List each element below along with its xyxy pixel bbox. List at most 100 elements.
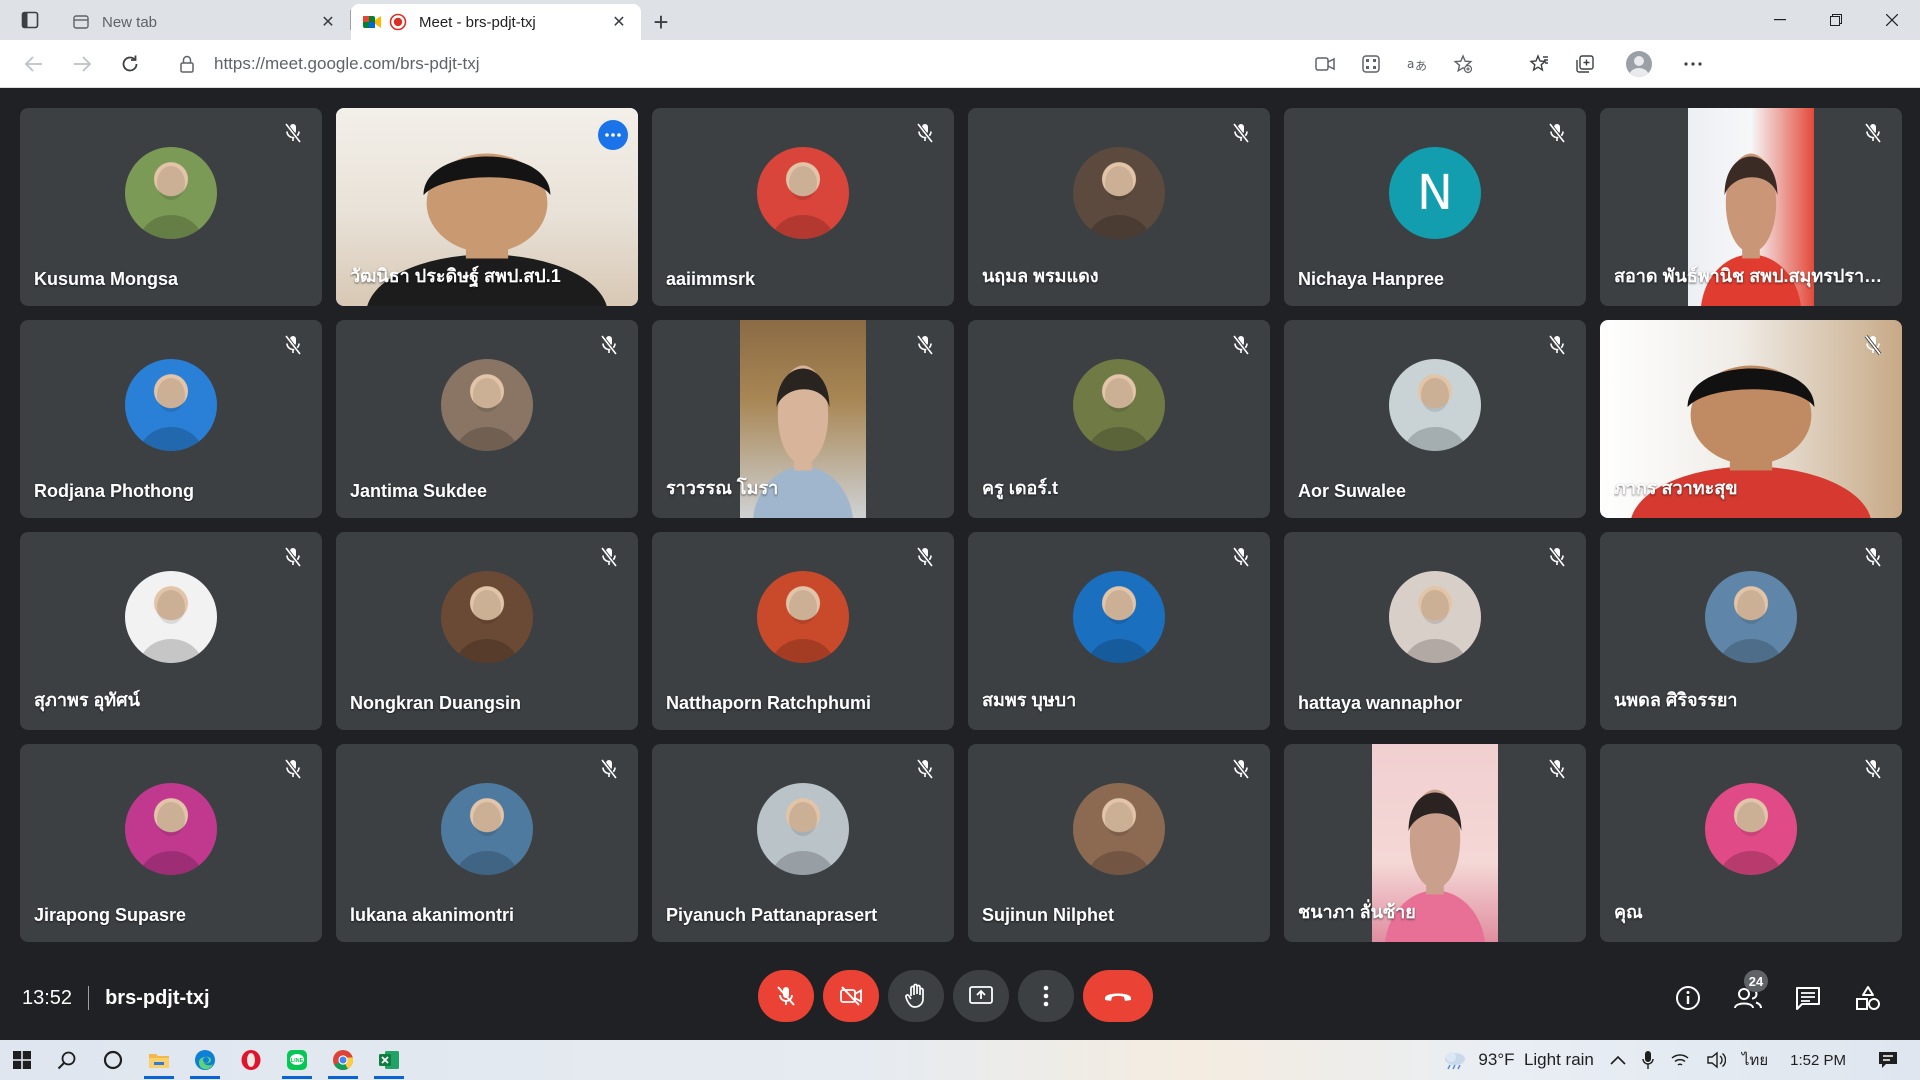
muted-mic-icon <box>1230 334 1252 356</box>
favorites-icon[interactable] <box>1516 44 1562 84</box>
participant-tile[interactable]: สุภาพร อุทัศน์ <box>20 532 322 730</box>
participant-tile[interactable]: Jantima Sukdee <box>336 320 638 518</box>
clock[interactable]: 1:52 PM <box>1790 1052 1846 1069</box>
participant-name: ครู เดอร์.t <box>982 478 1059 498</box>
close-tab-icon[interactable]: ✕ <box>609 12 629 32</box>
taskbar-chrome[interactable] <box>320 1040 366 1080</box>
forward-arrow-icon <box>74 55 91 72</box>
participant-tile[interactable]: Kusuma Mongsa <box>20 108 322 306</box>
people-button[interactable]: 24 <box>1718 970 1778 1022</box>
muted-mic-icon <box>282 334 304 356</box>
participant-name: วัฒนิธา ประดิษฐ์ สพป.สป.1 <box>350 266 561 286</box>
taskbar-file-explorer[interactable] <box>136 1040 182 1080</box>
participant-avatar <box>125 358 217 451</box>
participant-tile[interactable]: aaiimmsrk <box>652 108 954 306</box>
back-button[interactable] <box>10 44 58 84</box>
participant-tile[interactable]: นพดล ศิริจรรยา <box>1600 532 1902 730</box>
wifi-icon[interactable] <box>1670 1052 1690 1068</box>
participant-tile[interactable]: hattaya wannaphor <box>1284 532 1586 730</box>
input-language-indicator[interactable]: ไทย <box>1742 1048 1768 1072</box>
present-screen-button[interactable] <box>953 970 1009 1022</box>
participant-tile[interactable]: Nongkran Duangsin <box>336 532 638 730</box>
taskbar-opera[interactable] <box>228 1040 274 1080</box>
raise-hand-button[interactable] <box>888 970 944 1022</box>
participant-tile[interactable]: N Nichaya Hanpree <box>1284 108 1586 306</box>
translate-icon[interactable]: aあ <box>1394 44 1440 84</box>
search-button[interactable] <box>44 1040 90 1080</box>
profile-button[interactable] <box>1616 44 1662 84</box>
muted-mic-icon <box>1862 334 1884 356</box>
collections-icon[interactable] <box>1562 44 1608 84</box>
participant-tile[interactable]: Piyanuch Pattanaprasert <box>652 744 954 942</box>
taskbar-line[interactable]: LINE <box>274 1040 320 1080</box>
start-button[interactable] <box>0 1040 44 1080</box>
muted-mic-icon <box>1862 546 1884 568</box>
participant-tile[interactable]: ราวรรณ โมรา <box>652 320 954 518</box>
leave-call-button[interactable] <box>1083 970 1153 1022</box>
taskbar-excel[interactable] <box>366 1040 412 1080</box>
participant-tile[interactable]: lukana akanimontri <box>336 744 638 942</box>
new-tab-button[interactable]: + <box>641 4 681 40</box>
participant-tile[interactable]: สอาด พันธ์พานิช สพป.สมุทรปราก... <box>1600 108 1902 306</box>
participant-name: Jantima Sukdee <box>350 481 488 501</box>
muted-mic-icon <box>1546 758 1568 780</box>
svg-text:a: a <box>1407 57 1414 71</box>
restore-icon[interactable] <box>1808 0 1864 40</box>
meeting-details-button[interactable] <box>1658 974 1718 1022</box>
window-controls <box>1752 0 1920 40</box>
participant-tile[interactable]: Sujinun Nilphet <box>968 744 1270 942</box>
participant-tile[interactable]: ภากร สวาทะสุข <box>1600 320 1902 518</box>
participant-tile[interactable]: Jirapong Supasre <box>20 744 322 942</box>
lock-icon[interactable] <box>180 55 200 73</box>
participant-tile[interactable]: ชนาภา ลั่นซ้าย <box>1284 744 1586 942</box>
participant-tile[interactable]: วัฒนิธา ประดิษฐ์ สพป.สป.1 <box>336 108 638 306</box>
apps-grid-icon[interactable] <box>1348 44 1394 84</box>
tab-actions-icon <box>21 11 39 29</box>
participant-name: คุณ <box>1614 902 1643 922</box>
participant-name: สอาด พันธ์พานิช สพป.สมุทรปราก... <box>1614 266 1884 286</box>
more-options-button[interactable] <box>1018 970 1074 1022</box>
chat-button[interactable] <box>1778 974 1838 1022</box>
address-bar[interactable]: https://meet.google.com/brs-pdjt-txj aあ <box>168 44 1498 84</box>
tile-more-options-icon[interactable] <box>598 120 628 150</box>
close-window-icon[interactable] <box>1864 0 1920 40</box>
participant-tile[interactable]: คุณ <box>1600 744 1902 942</box>
participant-avatar <box>1073 146 1165 239</box>
notifications-icon[interactable] <box>1878 1051 1898 1069</box>
participant-tile[interactable]: Aor Suwalee <box>1284 320 1586 518</box>
muted-mic-icon <box>914 334 936 356</box>
volume-icon[interactable] <box>1706 1051 1726 1069</box>
participant-avatar <box>441 782 533 875</box>
search-icon <box>57 1051 76 1070</box>
svg-text:LINE: LINE <box>291 1058 304 1064</box>
excel-icon <box>379 1051 399 1069</box>
weather-widget[interactable]: 93°F Light rain <box>1442 1050 1594 1070</box>
participant-tile[interactable]: นฤมล พรมแดง <box>968 108 1270 306</box>
add-favorite-icon[interactable] <box>1440 44 1486 84</box>
participant-avatar <box>125 570 217 663</box>
reload-button[interactable] <box>106 44 154 84</box>
participant-grid: Kusuma Mongsa วัฒนิธา ประดิษฐ์ สพป.สป.1 aa… <box>20 108 1902 944</box>
url-text: https://meet.google.com/brs-pdjt-txj <box>214 53 480 73</box>
show-hidden-icons-button[interactable] <box>1610 1055 1626 1065</box>
participant-tile[interactable]: สมพร บุษบา <box>968 532 1270 730</box>
microphone-tray-icon[interactable] <box>1642 1050 1654 1070</box>
activities-button[interactable] <box>1838 974 1898 1022</box>
forward-button[interactable] <box>58 44 106 84</box>
participant-tile[interactable]: ครู เดอร์.t <box>968 320 1270 518</box>
muted-mic-icon <box>914 546 936 568</box>
settings-more-icon[interactable] <box>1670 44 1716 84</box>
tab-new-tab[interactable]: New tab ✕ <box>60 4 350 40</box>
camera-toggle-button[interactable] <box>823 970 879 1022</box>
participant-tile[interactable]: Natthaporn Ratchphumi <box>652 532 954 730</box>
participant-tile[interactable]: Rodjana Phothong <box>20 320 322 518</box>
participant-name: lukana akanimontri <box>350 905 515 925</box>
close-tab-icon[interactable]: ✕ <box>318 12 338 32</box>
tab-actions-button[interactable] <box>0 0 60 40</box>
microphone-toggle-button[interactable] <box>758 970 814 1022</box>
minimize-icon[interactable] <box>1752 0 1808 40</box>
camera-permission-icon[interactable] <box>1302 44 1348 84</box>
tab-meet[interactable]: Meet - brs-pdjt-txj ✕ <box>351 4 641 40</box>
taskbar-edge[interactable] <box>182 1040 228 1080</box>
task-view-button[interactable] <box>90 1040 136 1080</box>
